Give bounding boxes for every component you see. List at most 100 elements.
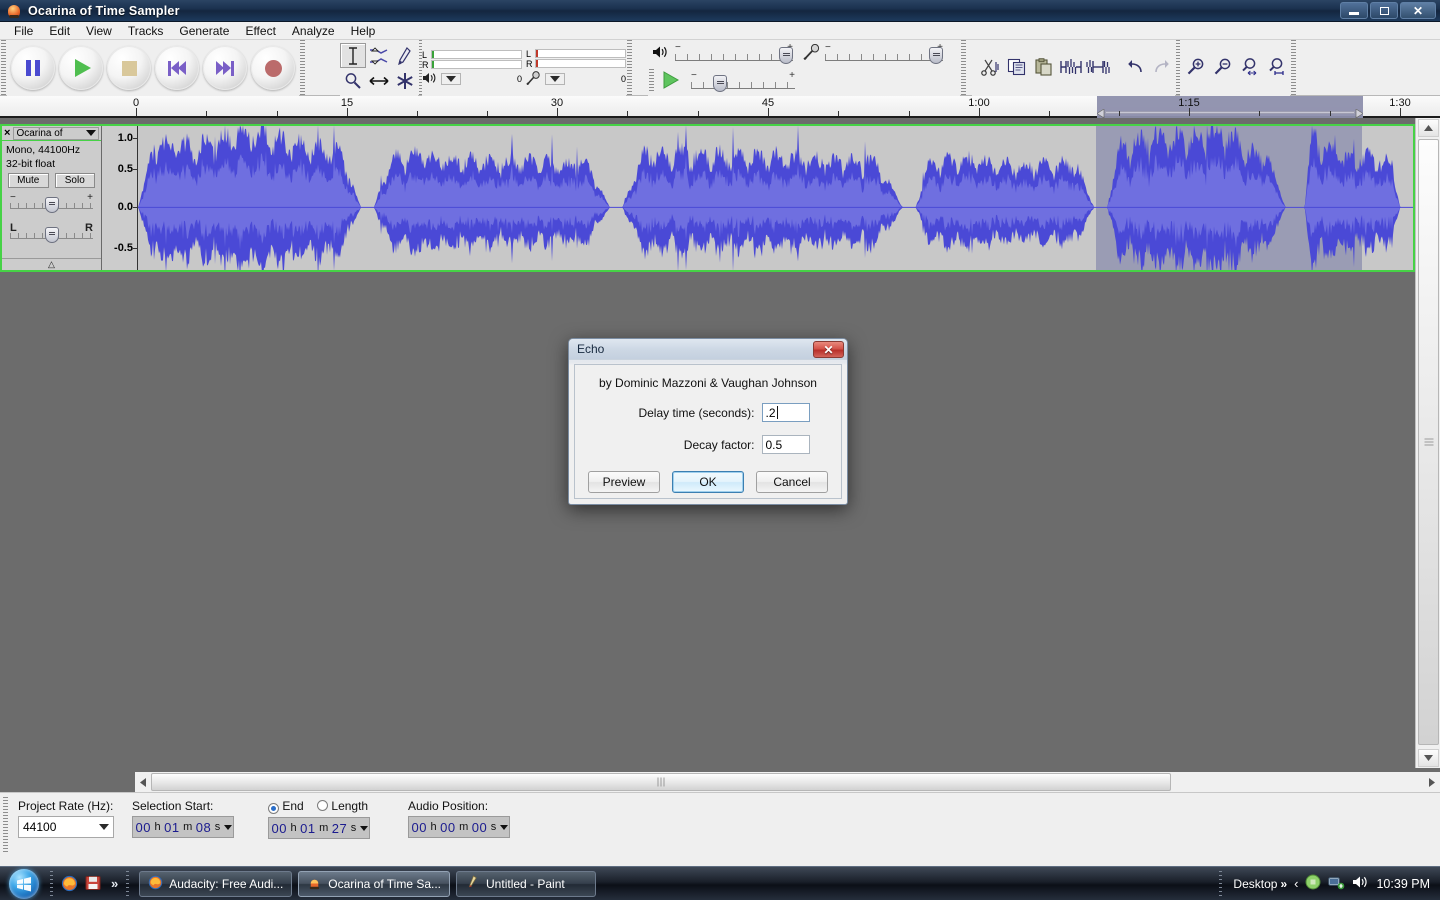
audio-position-time-field[interactable]: 00 h 00 m 00 s: [408, 816, 511, 838]
selection-toolbar-grip[interactable]: [2, 797, 9, 853]
track-name-dropdown[interactable]: Ocarina of: [13, 126, 99, 140]
output-volume-thumb[interactable]: [779, 47, 793, 64]
scroll-up-button[interactable]: [1418, 119, 1439, 137]
input-volume-thumb[interactable]: [929, 47, 943, 64]
scroll-left-button[interactable]: [135, 773, 151, 791]
timeline-selection-region[interactable]: [1096, 96, 1364, 119]
network-icon[interactable]: [1328, 875, 1345, 893]
mute-button[interactable]: Mute: [8, 173, 49, 188]
tray-expand-button[interactable]: ‹: [1294, 876, 1298, 891]
close-button[interactable]: ✕: [1400, 2, 1436, 19]
zoom-toolbar-grip-right[interactable]: [1290, 40, 1297, 96]
output-volume-slider[interactable]: − +: [675, 42, 793, 64]
redo-button[interactable]: [1148, 55, 1175, 82]
record-meter-menu[interactable]: [545, 73, 565, 85]
sel-start-hours[interactable]: 00: [134, 820, 152, 835]
minimize-button[interactable]: [1340, 2, 1368, 19]
play-speed-thumb[interactable]: [713, 75, 727, 92]
skip-start-button[interactable]: [155, 46, 199, 90]
fit-selection-button[interactable]: [1236, 55, 1263, 82]
firefox-icon[interactable]: [61, 875, 79, 893]
play-speed-slider[interactable]: − +: [691, 70, 795, 92]
chevron-down-icon[interactable]: [224, 824, 233, 830]
ok-button[interactable]: OK: [672, 471, 744, 493]
solo-button[interactable]: Solo: [54, 173, 95, 188]
selection-tool[interactable]: [340, 43, 366, 68]
edit-toolbar-grip[interactable]: [960, 40, 967, 96]
selection-start-time-field[interactable]: 00 h 01 m 08 s: [132, 816, 235, 838]
scroll-down-button[interactable]: [1418, 749, 1439, 767]
zoom-in-button[interactable]: [1182, 55, 1209, 82]
clock[interactable]: 10:39 PM: [1376, 877, 1430, 891]
decay-factor-input[interactable]: 0.5: [761, 435, 810, 454]
stop-button[interactable]: [107, 46, 151, 90]
taskbar-item-audacity[interactable]: Ocarina of Time Sa...: [298, 870, 451, 897]
taskbar-item-paint[interactable]: Untitled - Paint: [456, 870, 597, 897]
draw-tool[interactable]: [392, 43, 418, 68]
playback-meter[interactable]: L R 0: [422, 47, 522, 89]
play-button[interactable]: [59, 46, 103, 90]
save-icon[interactable]: [85, 875, 103, 893]
restore-button[interactable]: [1370, 2, 1398, 19]
sel-end-seconds[interactable]: 27: [330, 821, 348, 836]
menu-edit[interactable]: Edit: [41, 23, 78, 39]
zoom-tool[interactable]: [340, 68, 366, 93]
length-radio[interactable]: [317, 800, 329, 811]
delay-time-input[interactable]: .2: [761, 403, 810, 422]
tray-grip[interactable]: [1219, 870, 1223, 897]
copy-button[interactable]: [1003, 55, 1030, 82]
audio-pos-hours[interactable]: 00: [410, 820, 428, 835]
timeline-ruler[interactable]: 0 15 30 45 1:00 1:15 1:30: [0, 96, 1440, 119]
quicklaunch-grip[interactable]: [50, 870, 53, 897]
vertical-scroll-thumb[interactable]: [1418, 139, 1439, 745]
menu-effect[interactable]: Effect: [237, 23, 283, 39]
cut-button[interactable]: [976, 55, 1003, 82]
sel-start-minutes[interactable]: 01: [163, 820, 181, 835]
timeshift-tool[interactable]: [366, 68, 392, 93]
waveform-display[interactable]: [138, 126, 1413, 270]
horizontal-scroll-thumb[interactable]: [151, 773, 1171, 791]
record-meter[interactable]: L R 0: [526, 47, 626, 89]
sel-end-minutes[interactable]: 01: [299, 821, 317, 836]
selection-handle-left[interactable]: [1096, 107, 1105, 119]
scroll-right-button[interactable]: [1424, 773, 1440, 791]
menu-view[interactable]: View: [78, 23, 120, 39]
menu-generate[interactable]: Generate: [171, 23, 237, 39]
record-button[interactable]: [251, 46, 295, 90]
multi-tool[interactable]: [392, 68, 418, 93]
track-pan-slider[interactable]: L R: [10, 222, 93, 243]
track-close-button[interactable]: ×: [4, 127, 10, 139]
zoom-out-button[interactable]: [1209, 55, 1236, 82]
sel-start-seconds[interactable]: 08: [194, 820, 212, 835]
play-speed-toolbar-grip[interactable]: [648, 69, 655, 93]
skip-end-button[interactable]: [203, 46, 247, 90]
cancel-button[interactable]: Cancel: [756, 471, 828, 493]
dialog-close-button[interactable]: ✕: [813, 341, 844, 358]
tasks-grip[interactable]: [126, 870, 130, 897]
menu-help[interactable]: Help: [343, 23, 384, 39]
silence-button[interactable]: [1084, 55, 1111, 82]
audio-pos-minutes[interactable]: 00: [439, 820, 457, 835]
selection-end-time-field[interactable]: 00 h 01 m 27 s: [268, 817, 371, 839]
vertical-scrollbar[interactable]: [1415, 118, 1440, 768]
input-volume-slider[interactable]: − +: [825, 42, 943, 64]
volume-icon[interactable]: [1352, 875, 1369, 892]
preview-button[interactable]: Preview: [588, 471, 660, 493]
end-label[interactable]: End: [282, 799, 303, 813]
track-gain-slider[interactable]: − +: [10, 192, 93, 213]
pause-button[interactable]: [11, 46, 55, 90]
tools-toolbar-grip-left[interactable]: [299, 40, 306, 96]
track-resize-handle[interactable]: △: [2, 258, 101, 270]
menu-tracks[interactable]: Tracks: [120, 23, 172, 39]
menu-analyze[interactable]: Analyze: [284, 23, 343, 39]
start-button[interactable]: [2, 868, 46, 900]
security-icon[interactable]: [1305, 874, 1321, 893]
chevron-down-icon[interactable]: [360, 825, 369, 831]
track-gain-thumb[interactable]: [44, 197, 59, 213]
track-pan-thumb[interactable]: [44, 227, 59, 243]
transport-toolbar-grip[interactable]: [0, 40, 7, 96]
menu-file[interactable]: File: [6, 23, 41, 39]
horizontal-scrollbar[interactable]: [135, 772, 1440, 792]
paste-button[interactable]: [1030, 55, 1057, 82]
trim-button[interactable]: [1057, 55, 1084, 82]
